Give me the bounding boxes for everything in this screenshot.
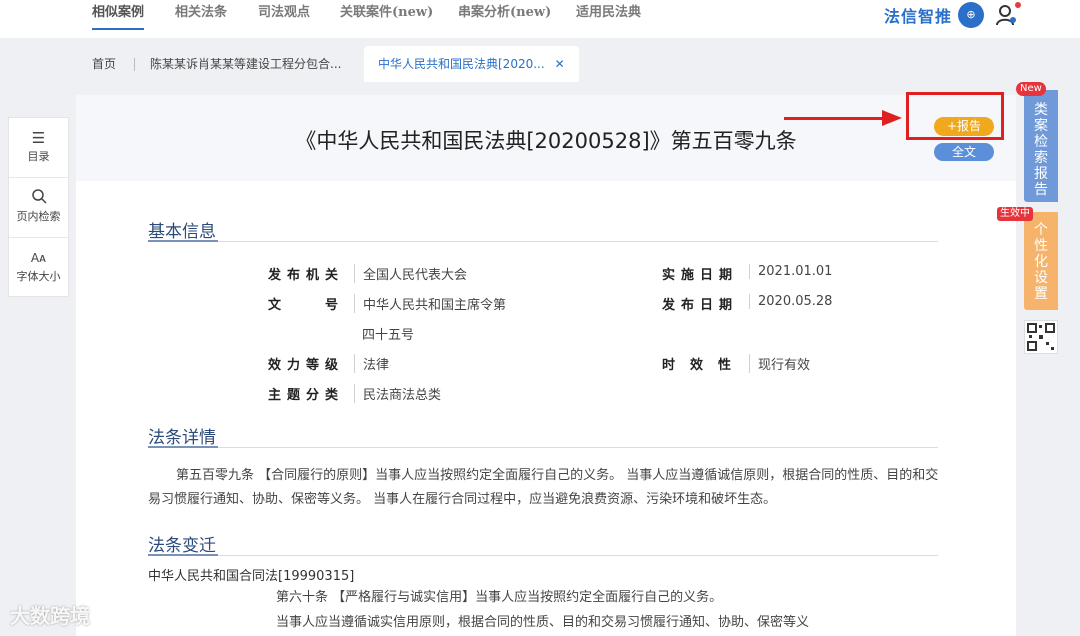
crumb-law-tab-label: 中华人民共和国民法典[2020... [378, 57, 545, 71]
case-search-report-button[interactable]: 类案检索报告 [1024, 90, 1058, 202]
section-underline [148, 240, 218, 242]
label-issuer: 发布机关 [268, 268, 345, 283]
tool-font-size-label: 字体大小 [16, 270, 61, 283]
value-publish-date: 2020.05.28 [749, 294, 832, 309]
article-text: 第五百零九条 【合同履行的原则】当事人应当按照约定全面履行自己的义务。 当事人应… [148, 468, 939, 507]
crumb-case-tab[interactable]: 陈某某诉肖某某等建设工程分包合... [150, 46, 341, 82]
active-badge: 生效中 [997, 207, 1033, 221]
annotation-arrow [784, 117, 884, 120]
annotation-arrow-head [882, 110, 902, 126]
user-icon[interactable] [996, 4, 1018, 26]
tool-font-size[interactable]: Aᴀ 字体大小 [9, 238, 68, 298]
personalize-settings-button[interactable]: 个性化设置 [1024, 212, 1058, 310]
full-text-button[interactable]: 全文 [934, 143, 994, 161]
crumb-law-tab[interactable]: 中华人民共和国民法典[2020... ✕ [364, 46, 579, 82]
value-issuer: 全国人民代表大会 [354, 264, 467, 283]
label-level: 效力等级 [268, 358, 345, 373]
section-divider [148, 241, 938, 242]
section-underline [148, 554, 218, 556]
breadcrumb: 首页 陈某某诉肖某某等建设工程分包合... 中华人民共和国民法典[2020...… [76, 46, 1016, 82]
section-basic-info: 基本信息 [148, 222, 216, 242]
case-search-report-label: 类案检索报告 [1034, 102, 1048, 198]
left-toolbar: ☰ 目录 页内检索 Aᴀ 字体大小 [8, 117, 69, 297]
personalize-settings-label: 个性化设置 [1034, 222, 1048, 302]
new-badge: New [1016, 82, 1046, 96]
notification-dot [1015, 2, 1021, 8]
tool-page-search-label: 页内检索 [16, 210, 61, 223]
section-history: 法条变迁 [148, 536, 216, 556]
section-divider [148, 555, 938, 556]
watermark: 大数跨境 [10, 604, 90, 628]
tool-toc-label: 目录 [27, 150, 50, 163]
value-validity: 现行有效 [749, 354, 810, 373]
value-topic: 民法商法总类 [354, 384, 441, 403]
history-article-line1: 第六十条 【严格履行与诚实信用】当事人应当按照约定全面履行自己的义务。 [276, 590, 723, 605]
page-title: 《中华人民共和国民法典[20200528]》第五百零九条 [295, 129, 797, 153]
label-topic: 主题分类 [268, 388, 345, 403]
document-panel: 《中华人民共和国民法典[20200528]》第五百零九条 +报告 全文 基本信息… [76, 92, 1016, 636]
label-publish-date: 发布日期 [662, 298, 739, 313]
label-validity: 时效性 [662, 358, 747, 373]
qr-code-icon[interactable] [1024, 320, 1058, 354]
tool-page-search[interactable]: 页内检索 [9, 178, 68, 238]
value-level: 法律 [354, 354, 389, 373]
label-effective-date: 实施日期 [662, 268, 739, 283]
crumb-divider [134, 58, 135, 71]
add-report-button[interactable]: +报告 [934, 117, 994, 136]
section-detail: 法条详情 [148, 428, 216, 448]
tool-toc[interactable]: ☰ 目录 [9, 118, 68, 178]
top-nav: 相似案例 相关法条 司法观点 关联案件(new) 串案分析(new) 适用民法典… [0, 0, 1080, 38]
tab-civil-code[interactable]: 适用民法典 [576, 0, 641, 36]
tab-related-laws[interactable]: 相关法条 [175, 0, 227, 36]
section-underline [148, 446, 218, 448]
font-size-icon: Aᴀ [30, 251, 47, 265]
brand-globe-icon[interactable]: ⊕ [958, 2, 984, 28]
section-divider [148, 447, 938, 448]
tab-judicial-views[interactable]: 司法观点 [258, 0, 310, 36]
tab-similar-cases[interactable]: 相似案例 [92, 0, 145, 30]
crumb-home[interactable]: 首页 [92, 46, 116, 82]
tab-related-cases[interactable]: 关联案件(new) [340, 0, 433, 36]
close-icon[interactable]: ✕ [555, 57, 565, 71]
search-icon [9, 188, 68, 208]
tab-case-analysis[interactable]: 串案分析(new) [458, 0, 551, 36]
value-doc-number-cont: 四十五号 [362, 328, 415, 343]
menu-icon: ☰ [31, 129, 46, 147]
brand-logo[interactable]: 法信智推 [884, 3, 952, 27]
value-doc-number: 中华人民共和国主席令第 [354, 294, 506, 313]
value-effective-date: 2021.01.01 [749, 264, 832, 279]
history-article-line2: 当事人应当遵循诚实信用原则，根据合同的性质、目的和交易习惯履行通知、协助、保密等… [276, 615, 810, 630]
